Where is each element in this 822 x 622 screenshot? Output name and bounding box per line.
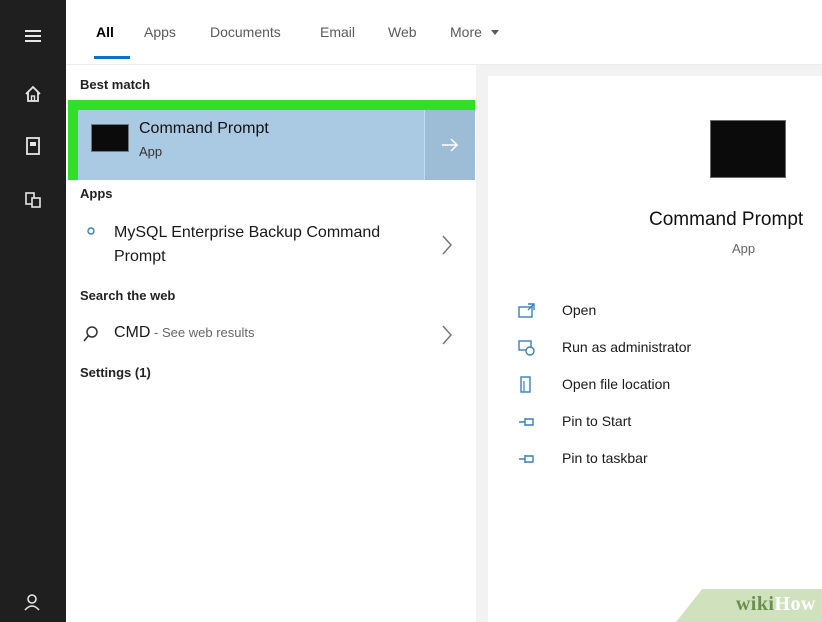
file-location-icon [520, 376, 531, 393]
list-item-web-search[interactable]: CMD - See web results [66, 322, 476, 348]
action-pin-to-start-label: Pin to Start [562, 413, 632, 429]
start-rail [0, 0, 66, 622]
app-dot-icon [87, 227, 95, 235]
pin-icon [519, 455, 534, 463]
action-open-label: Open [562, 302, 597, 318]
action-pin-to-start[interactable]: Pin to Start [518, 411, 678, 433]
settings-heading[interactable]: Settings (1) [80, 365, 151, 380]
results-panel: Best match Command Prompt App Apps MySQL… [66, 0, 476, 622]
hamburger-icon[interactable] [0, 16, 66, 56]
best-match-subtitle: App [139, 144, 163, 159]
action-pin-to-taskbar-label: Pin to taskbar [562, 450, 648, 466]
caret-down-icon [490, 30, 499, 35]
mysql-line1: MySQL Enterprise Backup Command [114, 224, 381, 241]
tab-email[interactable]: Email [320, 24, 355, 40]
arrow-right-icon [442, 138, 459, 152]
best-match-item[interactable]: Command Prompt App [78, 110, 475, 180]
best-match-heading: Best match [80, 77, 151, 92]
action-run-as-admin[interactable]: Run as administrator [518, 337, 718, 359]
detail-title: Command Prompt [649, 209, 804, 230]
home-icon[interactable] [0, 74, 66, 114]
action-run-as-admin-label: Run as administrator [562, 339, 692, 355]
tab-all[interactable]: All [96, 24, 114, 40]
tab-more-label: More [450, 24, 482, 40]
detail-card: Command Prompt App [488, 76, 822, 276]
apps-icon[interactable] [0, 180, 66, 220]
open-arrow-button[interactable] [424, 110, 475, 180]
tab-more[interactable]: More [450, 24, 500, 40]
action-open-file-location-label: Open file location [562, 376, 671, 392]
web-suffix: - See web results [150, 325, 255, 340]
active-tab-indicator [94, 56, 130, 59]
run-as-admin-icon [518, 340, 535, 356]
command-prompt-large-icon [710, 120, 786, 178]
search-tabs: All Apps Documents Email Web More [66, 0, 822, 65]
web-search-text: CMD - See web results [114, 324, 254, 342]
watermark-text: wikiHow [735, 593, 816, 615]
mysql-line2: Prompt [114, 248, 166, 265]
action-open-file-location[interactable]: Open file location [518, 374, 718, 396]
best-match-highlight: Command Prompt App [68, 100, 475, 180]
user-icon[interactable] [0, 582, 66, 622]
action-open[interactable]: Open [518, 300, 638, 322]
document-icon[interactable] [0, 126, 66, 166]
detail-panel: Command Prompt App Open Run as administr… [476, 64, 822, 622]
web-query: CMD [114, 324, 151, 341]
command-prompt-thumb-icon [91, 124, 129, 152]
action-list: Open Run as administrator Open file loca… [488, 276, 822, 622]
tab-apps[interactable]: Apps [144, 24, 176, 40]
tab-web[interactable]: Web [388, 24, 417, 40]
tab-documents[interactable]: Documents [210, 24, 281, 40]
action-pin-to-taskbar[interactable]: Pin to taskbar [518, 448, 688, 470]
search-web-heading: Search the web [80, 288, 176, 303]
open-icon [518, 303, 535, 318]
search-icon [83, 326, 98, 342]
chevron-right-icon [442, 325, 453, 345]
apps-heading: Apps [80, 186, 113, 201]
detail-subtitle: App [732, 241, 756, 256]
pin-icon [519, 418, 534, 426]
chevron-right-icon [442, 235, 453, 255]
best-match-title: Command Prompt [139, 120, 269, 137]
list-item-mysql[interactable]: MySQL Enterprise Backup Command Prompt [66, 220, 476, 270]
